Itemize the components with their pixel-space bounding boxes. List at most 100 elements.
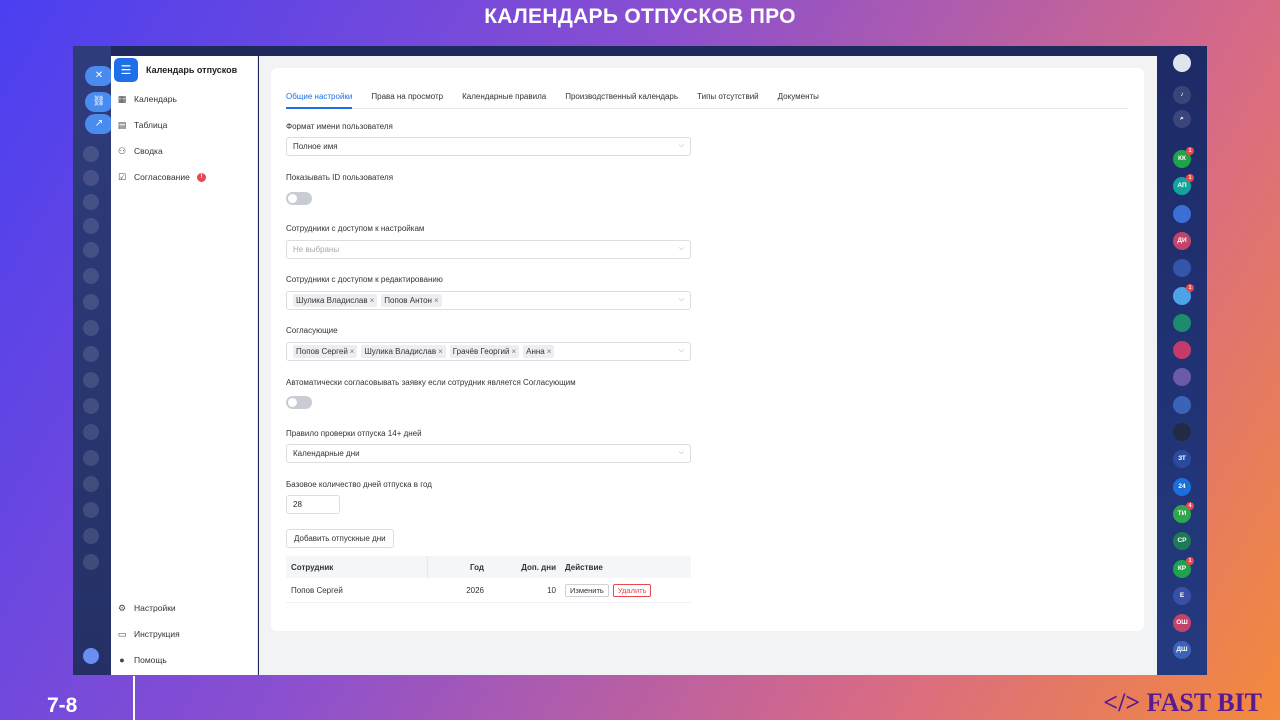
search-icon[interactable]: ⌕ [1173, 110, 1191, 128]
delete-button[interactable]: Удалить [612, 583, 652, 597]
rail-icon[interactable] [83, 346, 99, 362]
chip: Шулика Владислав × [293, 294, 378, 307]
sidebar-item-label: Помощь [134, 655, 167, 665]
sidebar-item-instructions[interactable]: ▭ Инструкция [117, 626, 180, 642]
tab-bar: Общие настройки Права на просмотр Календ… [286, 88, 1128, 109]
chat-avatar[interactable]: ДШ [1173, 641, 1191, 660]
rail-icon[interactable] [83, 242, 99, 258]
rail-icon[interactable] [83, 294, 99, 310]
sidebar-item-approval[interactable]: ☑ Согласование ! [117, 169, 206, 185]
edit-access-select[interactable]: Шулика Владислав × Попов Антон × ⌵ [286, 291, 691, 310]
approvers-select[interactable]: Попов Сергей × Шулика Владислав × Грачёв Г… [286, 342, 691, 361]
chat-avatar[interactable]: СР [1173, 532, 1191, 551]
menu-icon[interactable]: ☰ [114, 58, 138, 82]
tab-calendar-rules[interactable]: Календарные правила [462, 88, 546, 109]
chat-avatar[interactable] [1173, 259, 1191, 278]
rail-icon[interactable] [83, 476, 99, 492]
column-header: Действие [565, 562, 603, 572]
remove-chip-icon[interactable]: × [434, 296, 439, 305]
rail-icon[interactable] [83, 372, 99, 388]
remove-chip-icon[interactable]: × [350, 347, 355, 356]
year-cell: 2026 [466, 585, 484, 595]
rail-icon[interactable] [83, 424, 99, 440]
remove-chip-icon[interactable]: × [438, 347, 443, 356]
chat-avatar[interactable]: КК 1 [1173, 147, 1194, 168]
tab-view-rights[interactable]: Права на просмотр [371, 88, 443, 109]
chat-avatar[interactable]: ДИ [1173, 231, 1191, 250]
chat-avatar[interactable] [1173, 368, 1191, 387]
chat-avatar[interactable]: Е [1173, 586, 1191, 605]
rail-icon[interactable] [83, 194, 99, 210]
chat-avatar[interactable]: АП 1 [1173, 174, 1194, 196]
approval-icon: ☑ [117, 172, 127, 182]
chat-avatar[interactable]: ТИ 4 [1173, 501, 1194, 523]
settings-access-select[interactable]: Не выбраны ⌵ [286, 240, 691, 259]
sidebar-item-calendar[interactable]: ▦ Календарь [117, 91, 177, 107]
base-days-label: Базовое количество дней отпуска в год [286, 480, 432, 489]
column-header: Доп. дни [521, 562, 556, 572]
tab-production-calendar[interactable]: Производственный календарь [565, 88, 678, 109]
sidebar-item-table[interactable]: ▤ Таблица [117, 117, 168, 133]
sidebar-item-label: Сводка [134, 146, 163, 156]
user-avatar[interactable] [1173, 54, 1191, 72]
link-icon[interactable]: ⛓ [85, 92, 113, 112]
chat-avatar[interactable] [1173, 313, 1191, 332]
page-number: 7-8 [47, 694, 78, 717]
actions-cell: Изменить Удалить [556, 583, 652, 597]
chat-avatar[interactable] [1173, 395, 1191, 414]
sidebar-header: ☰ Календарь отпусков [114, 58, 237, 82]
rail-icon[interactable] [83, 398, 99, 414]
rail-icon[interactable] [83, 268, 99, 284]
rule-select[interactable]: Календарные дни ⌵ [286, 444, 691, 463]
name-format-label: Формат имени пользователя [286, 122, 393, 131]
close-icon[interactable]: ✕ [85, 66, 113, 86]
remove-chip-icon[interactable]: × [511, 347, 516, 356]
tab-general-settings[interactable]: Общие настройки [286, 88, 353, 109]
sidebar-item-summary[interactable]: ⚇ Сводка [117, 143, 163, 159]
chip: Попов Сергей × [293, 345, 358, 358]
right-chat-rail: ♪ ⌕ КК 1 АП 1 ДИ 1 ЗТ 24 ТИ 4 СР КР 1 Е ОШ ДШ [1157, 46, 1207, 675]
chat-avatar[interactable]: КР 1 [1173, 556, 1194, 578]
rail-icon[interactable] [83, 320, 99, 336]
rail-icon[interactable] [83, 554, 99, 570]
app-logo-icon[interactable] [83, 648, 99, 664]
chevron-down-icon: ⌵ [678, 296, 684, 303]
bell-icon[interactable]: ♪ [1173, 86, 1191, 104]
left-nav-rail: ✕ ⛓ ↗ [73, 46, 113, 675]
chat-avatar[interactable]: ОШ [1173, 614, 1191, 633]
sidebar-item-settings[interactable]: ⚙ Настройки [117, 600, 176, 616]
extra-days-table: Сотрудник Год Доп. дни Действие Попов Се… [286, 556, 691, 603]
chat-avatar[interactable] [1173, 423, 1191, 441]
chip-label: Грачёв Георгий [452, 347, 510, 356]
tab-documents[interactable]: Документы [778, 88, 819, 109]
add-vacation-days-button[interactable]: Добавить отпускные дни [286, 529, 394, 548]
show-id-toggle[interactable] [286, 192, 312, 205]
chat-avatar[interactable] [1173, 204, 1191, 223]
chevron-down-icon: ⌵ [678, 347, 684, 354]
help-icon: ● [119, 655, 125, 665]
divider [133, 676, 135, 720]
name-format-select[interactable]: Полное имя ⌵ [286, 137, 691, 156]
chat-avatar[interactable] [1173, 341, 1191, 360]
rail-icon[interactable] [83, 528, 99, 544]
rail-icon[interactable] [83, 170, 99, 186]
remove-chip-icon[interactable]: × [547, 347, 552, 356]
remove-chip-icon[interactable]: × [370, 296, 375, 305]
sidebar-item-label: Настройки [134, 603, 176, 613]
sidebar-item-help[interactable]: ● Помощь [117, 652, 167, 668]
chat-avatar[interactable]: 1 [1173, 283, 1194, 305]
edit-button[interactable]: Изменить [565, 583, 609, 597]
auto-approve-toggle[interactable] [286, 396, 312, 409]
external-link-icon[interactable]: ↗ [85, 114, 113, 134]
rail-icon[interactable] [83, 218, 99, 234]
chat-avatar[interactable]: ЗТ [1173, 450, 1191, 469]
rail-icon[interactable] [83, 502, 99, 518]
rail-icon[interactable] [83, 146, 99, 162]
auto-approve-label: Автоматически согласовывать заявку если … [286, 378, 576, 387]
settings-access-placeholder: Не выбраны [293, 245, 340, 254]
rail-icon[interactable] [83, 450, 99, 466]
tab-absence-types[interactable]: Типы отсутствий [697, 88, 759, 109]
chip: Грачёв Георгий × [449, 345, 520, 358]
chat-avatar[interactable]: 24 [1173, 477, 1191, 496]
base-days-input[interactable]: 28 [286, 495, 340, 514]
